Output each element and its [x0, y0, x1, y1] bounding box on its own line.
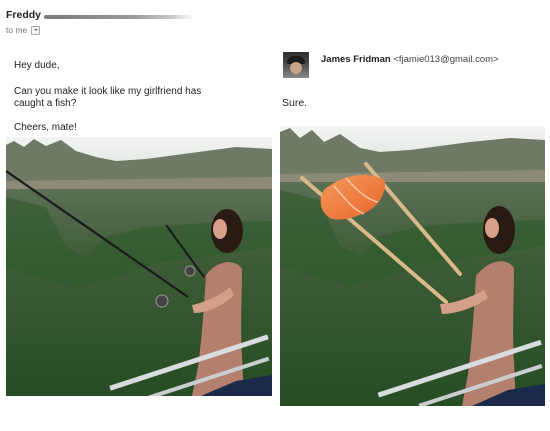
email-greeting: Hey dude,: [14, 60, 60, 71]
email-request: Can you make it look like my girlfriend …: [14, 86, 244, 110]
recipient-label: to me: [6, 25, 28, 35]
face: [485, 218, 499, 238]
sender-name[interactable]: Freddy: [6, 9, 41, 21]
original-photo[interactable]: [6, 137, 272, 396]
reply-sender-name[interactable]: James Fridman: [321, 54, 391, 65]
request-line-1: Can you make it look like my girlfriend …: [14, 86, 202, 97]
request-line-2: caught a fish?: [14, 98, 77, 109]
edited-photo-canvas: [280, 126, 545, 406]
face: [213, 219, 227, 239]
reel-2: [184, 265, 196, 277]
recipient-line: to me: [6, 24, 268, 36]
sender-avatar[interactable]: [283, 52, 309, 78]
sender-line: Freddy: [6, 4, 268, 26]
reply-sender-email[interactable]: <fjamie013@gmail.com>: [393, 54, 498, 65]
reply-sender: James Fridman <fjamie013@gmail.com>: [321, 54, 499, 65]
reel-1: [155, 294, 169, 308]
details-dropdown-icon[interactable]: [31, 25, 41, 35]
original-photo-canvas: [6, 137, 272, 396]
redacted-surname: [44, 14, 195, 19]
avatar-face: [290, 62, 302, 74]
original-email: Freddy to me Hey dude, Can you make it l…: [6, 4, 268, 133]
email-signoff: Cheers, mate!: [14, 122, 77, 133]
edited-photo[interactable]: [280, 126, 545, 406]
reply-message: Sure.: [282, 97, 308, 109]
